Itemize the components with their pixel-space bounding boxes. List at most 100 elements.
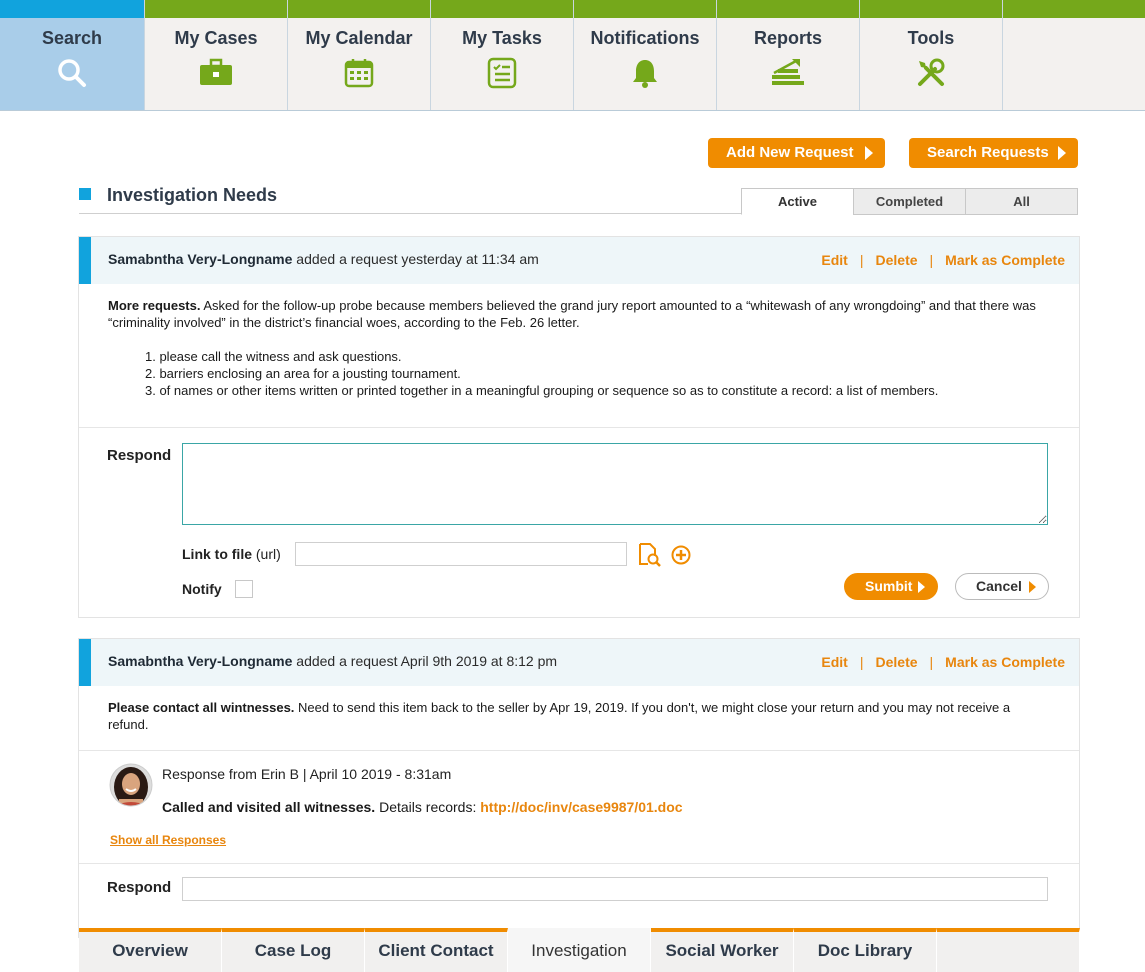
respond-label: Respond (107, 447, 172, 464)
bell-icon (633, 60, 657, 88)
response-text: Details records: (375, 799, 481, 815)
list-item: 1. please call the witness and ask quest… (145, 349, 402, 364)
bottom-tab-investigation[interactable]: Investigation (508, 928, 651, 972)
edit-link[interactable]: Edit (821, 252, 847, 268)
separator: | (929, 654, 934, 670)
add-new-request-button[interactable]: Add New Request (708, 138, 885, 168)
add-new-request-label: Add New Request (726, 144, 854, 161)
section-divider (79, 213, 743, 214)
bottom-tab-social-worker[interactable]: Social Worker (651, 928, 794, 972)
mark-complete-link[interactable]: Mark as Complete (945, 654, 1065, 670)
play-arrow-icon (865, 146, 873, 160)
separator: | (859, 654, 864, 670)
play-arrow-icon (1058, 146, 1066, 160)
divider (79, 427, 1079, 428)
nav-tab-search[interactable]: Search (0, 0, 145, 110)
nav-tab-my-calendar[interactable]: My Calendar (288, 0, 431, 110)
nav-tab-my-cases[interactable]: My Cases (145, 0, 288, 110)
submit-label: Sumbit (865, 578, 913, 594)
request-body: More requests. Asked for the follow-up p… (108, 297, 1038, 331)
response-lead: Called and visited all witnesses. (162, 799, 376, 815)
nav-tab-notifications[interactable]: Notifications (574, 0, 717, 110)
avatar (109, 763, 153, 807)
request-meta: added a request yesterday at 11:34 am (292, 251, 539, 267)
nav-tab-tools[interactable]: Tools (860, 0, 1003, 110)
filter-tab-all[interactable]: All (965, 188, 1078, 215)
bottom-tab-case-log[interactable]: Case Log (222, 928, 365, 972)
mark-complete-link[interactable]: Mark as Complete (945, 252, 1065, 268)
notify-label: Notify (182, 581, 222, 597)
request-body: Please contact all wintnesses. Need to s… (108, 699, 1038, 733)
request-lead: Please contact all wintnesses. (108, 700, 295, 715)
submit-button[interactable]: Sumbit (844, 573, 938, 600)
tasks-icon (487, 57, 517, 89)
response-file-link[interactable]: http://doc/inv/case9987/01.doc (480, 799, 682, 815)
search-requests-label: Search Requests (927, 144, 1049, 161)
bottom-tab-filler (937, 928, 1080, 972)
filter-tab-active[interactable]: Active (741, 188, 854, 215)
search-icon (58, 59, 86, 87)
request-actions: Edit | Delete | Mark as Complete (821, 654, 1065, 670)
request-byline: Samabntha Very-Longname added a request … (108, 653, 557, 669)
bottom-tab-doc-library[interactable]: Doc Library (794, 928, 937, 972)
search-requests-button[interactable]: Search Requests (909, 138, 1078, 168)
play-arrow-icon (918, 581, 925, 593)
separator: | (929, 252, 934, 268)
calendar-icon (344, 59, 374, 88)
request-text: Asked for the follow-up probe because me… (108, 298, 1036, 330)
section-title: Investigation Needs (107, 185, 278, 205)
divider (79, 750, 1079, 751)
bottom-tab-client-contact[interactable]: Client Contact (365, 928, 508, 972)
nav-tab-label: Tools (907, 28, 955, 48)
link-to-file-text: Link to file (182, 546, 252, 562)
filter-tab-completed[interactable]: Completed (853, 188, 966, 215)
main-nav: Search My Cases My Calendar My Tasks Not… (0, 0, 1145, 111)
divider (79, 863, 1079, 864)
request-list: 1. please call the witness and ask quest… (145, 348, 1045, 399)
respond-input[interactable] (182, 877, 1048, 901)
chart-icon (772, 59, 804, 85)
link-to-file-label: Link to file (url) (182, 546, 281, 562)
nav-tab-label: My Cases (174, 28, 258, 48)
nav-tab-label: My Calendar (305, 28, 413, 48)
nav-filler (1003, 0, 1145, 110)
request-author[interactable]: Samabntha Very-Longname (108, 653, 292, 669)
add-circle-icon[interactable] (671, 545, 691, 565)
notify-checkbox[interactable] (235, 580, 253, 598)
response-header: Response from Erin B | April 10 2019 - 8… (162, 766, 452, 782)
nav-tab-label: Search (41, 28, 103, 48)
tools-icon (918, 58, 945, 86)
link-to-file-hint: (url) (252, 546, 281, 562)
edit-link[interactable]: Edit (821, 654, 847, 670)
list-item: 3. of names or other items written or pr… (145, 383, 939, 398)
link-to-file-input[interactable] (295, 542, 627, 566)
delete-link[interactable]: Delete (876, 252, 918, 268)
request-lead: More requests. (108, 298, 201, 313)
nav-tab-reports[interactable]: Reports (717, 0, 860, 110)
request-header: Samabntha Very-Longname added a request … (79, 639, 1079, 686)
file-search-icon[interactable] (637, 542, 663, 568)
delete-link[interactable]: Delete (876, 654, 918, 670)
request-card: Samabntha Very-Longname added a request … (78, 638, 1080, 938)
cancel-label: Cancel (976, 578, 1022, 594)
nav-tab-label: My Tasks (462, 28, 542, 48)
request-actions: Edit | Delete | Mark as Complete (821, 252, 1065, 268)
section-marker (79, 188, 91, 200)
list-item: 2. barriers enclosing an area for a jous… (145, 366, 461, 381)
respond-textarea[interactable] (182, 443, 1048, 525)
request-card: Samabntha Very-Longname added a request … (78, 236, 1080, 618)
briefcase-icon (200, 58, 232, 85)
nav-tab-label: Reports (753, 28, 822, 48)
respond-label: Respond (107, 879, 172, 896)
request-meta: added a request April 9th 2019 at 8:12 p… (292, 653, 558, 669)
request-author[interactable]: Samabntha Very-Longname (108, 251, 292, 267)
request-byline: Samabntha Very-Longname added a request … (108, 251, 539, 267)
separator: | (859, 252, 864, 268)
response-body: Called and visited all witnesses. Detail… (162, 799, 683, 816)
cancel-button[interactable]: Cancel (955, 573, 1049, 600)
bottom-tab-overview[interactable]: Overview (79, 928, 222, 972)
play-arrow-icon (1029, 581, 1036, 593)
show-all-responses-link[interactable]: Show all Responses (110, 833, 226, 847)
nav-tab-my-tasks[interactable]: My Tasks (431, 0, 574, 110)
request-header: Samabntha Very-Longname added a request … (79, 237, 1079, 284)
